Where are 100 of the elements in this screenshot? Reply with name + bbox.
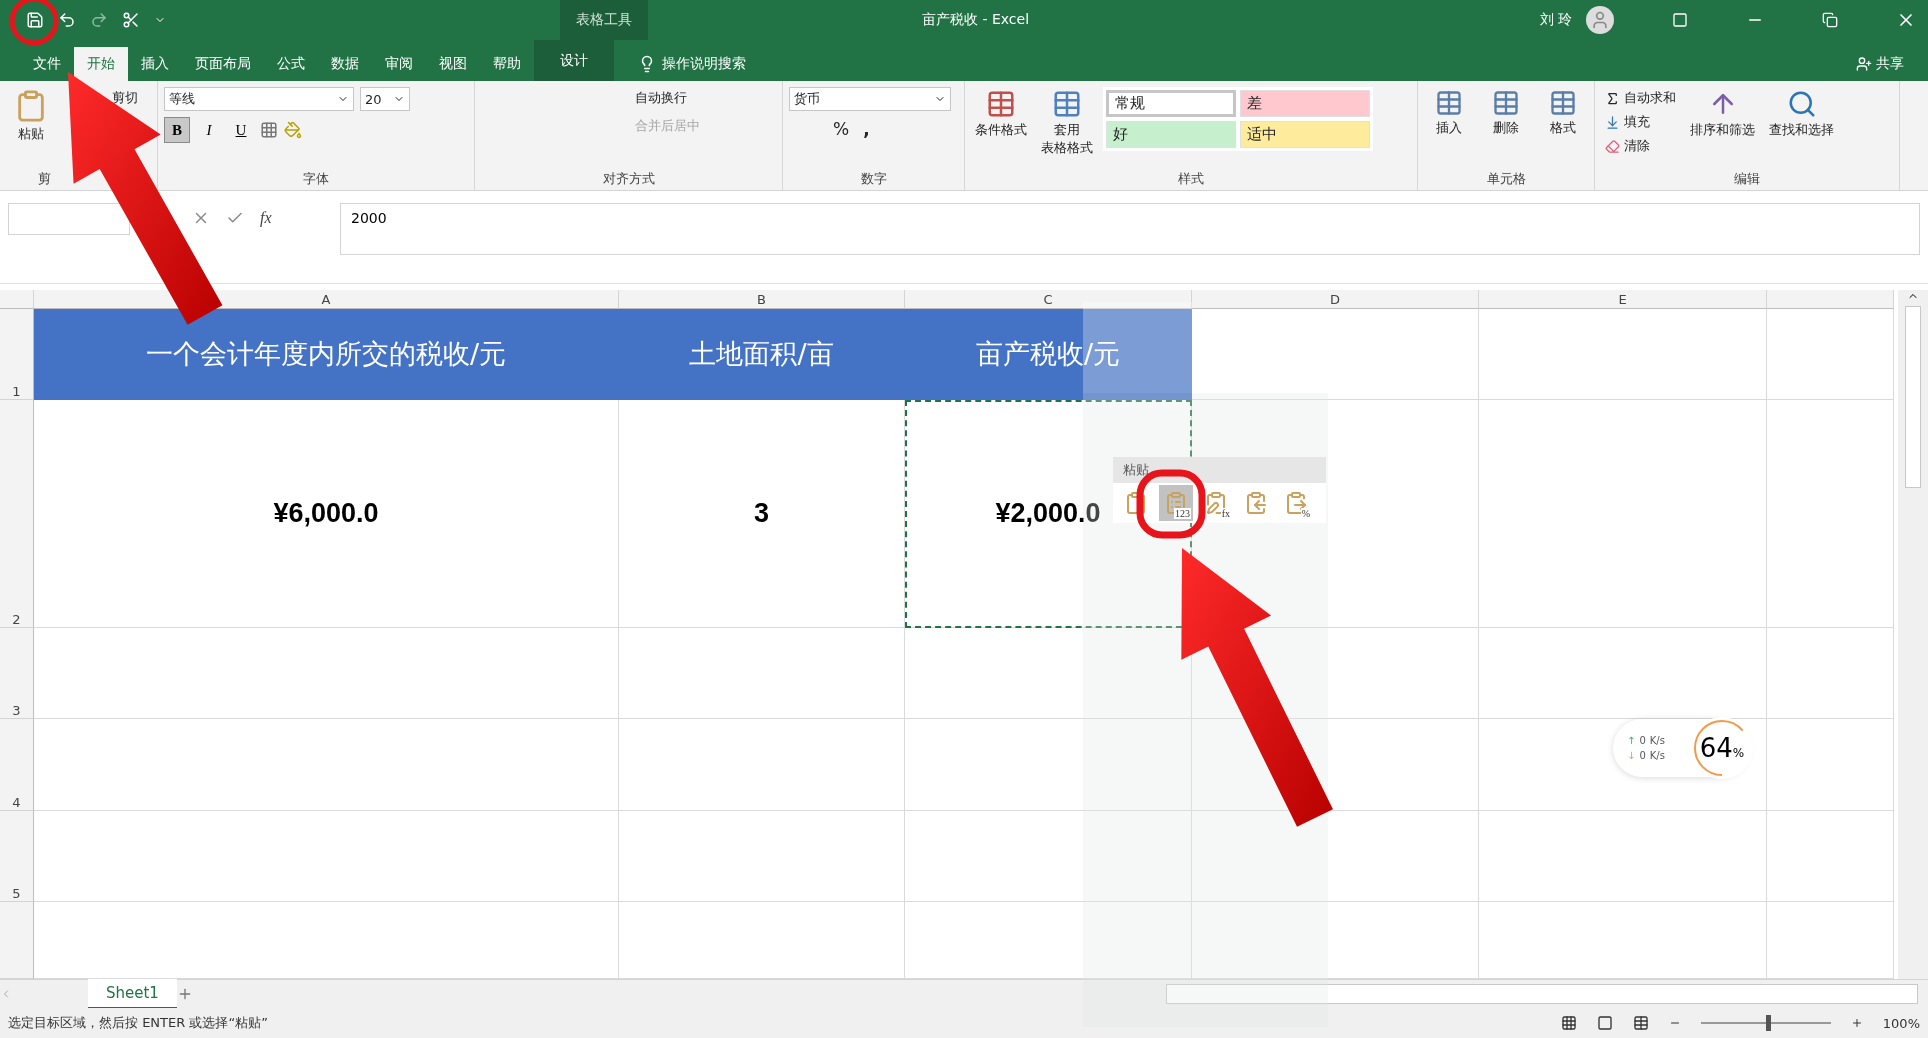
number-format-field[interactable]: 货币 bbox=[789, 87, 951, 111]
column-header[interactable]: D bbox=[1192, 290, 1479, 309]
insert-function-button[interactable]: fx bbox=[260, 208, 272, 227]
avatar-icon[interactable] bbox=[1586, 6, 1614, 34]
page-layout-icon[interactable] bbox=[1596, 1015, 1613, 1031]
ribbon-tab[interactable]: 视图 bbox=[426, 47, 480, 81]
row-header[interactable]: 5 bbox=[0, 811, 34, 902]
clear-button[interactable]: 清除 bbox=[1601, 135, 1680, 157]
ribbon-tab[interactable]: 文件 bbox=[20, 47, 74, 81]
speed-unit: K/s bbox=[1649, 750, 1665, 761]
ribbon-tab[interactable]: 插入 bbox=[128, 47, 182, 81]
speed-unit: K/s bbox=[1649, 735, 1665, 746]
cell-style-option[interactable]: 常规 bbox=[1106, 90, 1236, 117]
percent-button[interactable]: % bbox=[829, 117, 854, 141]
cell-style-option[interactable]: 适中 bbox=[1240, 121, 1370, 148]
context-tools-label: 表格工具 bbox=[560, 0, 648, 40]
row-header[interactable]: 2 bbox=[0, 400, 34, 628]
wrap-text-button[interactable]: 自动换行 bbox=[631, 87, 704, 109]
group-label: 剪 bbox=[37, 169, 52, 188]
eraser-icon bbox=[1605, 138, 1620, 154]
share-button[interactable]: 共享 bbox=[1876, 55, 1904, 73]
font-name-field[interactable]: 等线 bbox=[164, 87, 354, 111]
fill-button[interactable]: 填充 bbox=[1601, 111, 1680, 133]
ribbon-tab[interactable]: 帮助 bbox=[480, 47, 534, 81]
header-cell: 一个会计年度内所交的税收/元 bbox=[34, 309, 619, 400]
cell-style-option[interactable]: 差 bbox=[1240, 90, 1370, 117]
underline-button[interactable]: U bbox=[228, 117, 254, 143]
down-arrow-icon: ↓ bbox=[1627, 750, 1636, 761]
group-label: 字体 bbox=[302, 169, 330, 188]
column-header[interactable]: A bbox=[34, 290, 619, 309]
zoom-slider-thumb[interactable] bbox=[1765, 1015, 1771, 1031]
borders-icon[interactable] bbox=[260, 121, 278, 139]
table-cell: ¥6,000.0 bbox=[34, 400, 619, 628]
ribbon-tab[interactable]: 开始 bbox=[74, 47, 128, 81]
comma-button[interactable]: , bbox=[859, 117, 874, 141]
vertical-scrollbar[interactable] bbox=[1898, 290, 1928, 979]
horizontal-scrollbar[interactable] bbox=[1166, 984, 1918, 1004]
redo-icon[interactable] bbox=[90, 11, 108, 29]
paste-button[interactable]: 粘贴 bbox=[10, 87, 52, 168]
cells-button[interactable]: 删除 bbox=[1488, 87, 1524, 168]
paste-option[interactable]: % bbox=[1279, 485, 1313, 521]
clipboard-copy-icon bbox=[1244, 491, 1268, 515]
paste-option[interactable]: 123 bbox=[1159, 485, 1193, 521]
usage-percent: 64% bbox=[1699, 733, 1745, 763]
font-size-field[interactable]: 20 bbox=[360, 87, 410, 111]
column-header[interactable]: E bbox=[1479, 290, 1767, 309]
bold-button[interactable]: B bbox=[164, 117, 190, 143]
status-message: 选定目标区域，然后按 ENTER 或选择“粘贴” bbox=[8, 1014, 268, 1032]
sheet-tab[interactable]: Sheet1 bbox=[88, 979, 177, 1009]
group-label: 单元格 bbox=[1485, 169, 1527, 188]
paste-options-title: 粘贴 bbox=[1113, 457, 1326, 483]
row-header[interactable]: 1 bbox=[0, 309, 34, 400]
cut-button[interactable]: 剪切 bbox=[108, 87, 142, 109]
paste-option[interactable]: fx bbox=[1199, 485, 1233, 521]
sort-filter-button[interactable]: 排序和筛选 bbox=[1686, 87, 1759, 168]
zoom-level[interactable]: 100% bbox=[1882, 1015, 1920, 1031]
clipboard-icon bbox=[1124, 491, 1148, 515]
find-select-button[interactable]: 查找和选择 bbox=[1765, 87, 1838, 168]
cells-button[interactable]: 插入 bbox=[1431, 87, 1468, 168]
table-cell: 3 bbox=[619, 400, 905, 628]
table-icon bbox=[1435, 89, 1464, 117]
row-header[interactable]: 3 bbox=[0, 628, 34, 719]
save-icon[interactable] bbox=[26, 11, 44, 29]
paint-bucket-icon[interactable] bbox=[284, 121, 302, 139]
table-icon bbox=[986, 89, 1016, 119]
clipboard-icon bbox=[1164, 491, 1188, 515]
cells-button[interactable]: 格式 bbox=[1544, 87, 1581, 168]
row-header[interactable]: 4 bbox=[0, 719, 34, 811]
scroll-thumb[interactable] bbox=[1905, 306, 1921, 488]
format-as-table-button[interactable]: 套用 表格格式 bbox=[1037, 87, 1097, 168]
ribbon-tab[interactable]: 页面布局 bbox=[182, 47, 264, 81]
zoom-in-icon[interactable] bbox=[1850, 1017, 1863, 1029]
group-label: 编辑 bbox=[1733, 169, 1761, 188]
header-cell: 亩产税收/元 bbox=[905, 309, 1192, 400]
column-header[interactable]: B bbox=[619, 290, 905, 309]
group-label: 对齐方式 bbox=[601, 169, 656, 188]
scissors-icon[interactable] bbox=[122, 11, 140, 29]
table-icon bbox=[1052, 89, 1082, 119]
undo-icon[interactable] bbox=[58, 11, 76, 29]
restore-icon[interactable] bbox=[1822, 12, 1838, 28]
group-label: 数字 bbox=[859, 169, 888, 188]
up-arrow-icon: ↑ bbox=[1627, 735, 1636, 746]
ribbon-display-icon[interactable] bbox=[1672, 12, 1688, 28]
conditional-format-button[interactable]: 条件格式 bbox=[971, 87, 1031, 168]
ribbon-tab[interactable]: 审阅 bbox=[372, 47, 426, 81]
cell-style-option[interactable]: 好 bbox=[1106, 121, 1236, 148]
ribbon-tab[interactable]: 数据 bbox=[318, 47, 372, 81]
autosum-button[interactable]: 自动求和 bbox=[1601, 87, 1680, 109]
normal-view-icon[interactable] bbox=[1560, 1015, 1577, 1031]
clipboard-pen-icon bbox=[1204, 491, 1228, 515]
window-title: 亩产税收 - Excel bbox=[922, 11, 1031, 29]
tell-me-search[interactable]: 操作说明搜索 bbox=[662, 55, 746, 73]
column-header[interactable]: C bbox=[905, 290, 1192, 309]
sigma-icon bbox=[1605, 90, 1620, 106]
italic-button[interactable]: I bbox=[196, 117, 222, 143]
formula-input[interactable]: 2000 bbox=[340, 202, 1920, 255]
ribbon-tab[interactable]: 设计 bbox=[534, 40, 614, 81]
user-plus-icon[interactable] bbox=[1856, 56, 1872, 72]
page-break-icon[interactable] bbox=[1632, 1015, 1649, 1031]
ribbon-tab[interactable]: 公式 bbox=[264, 47, 318, 81]
